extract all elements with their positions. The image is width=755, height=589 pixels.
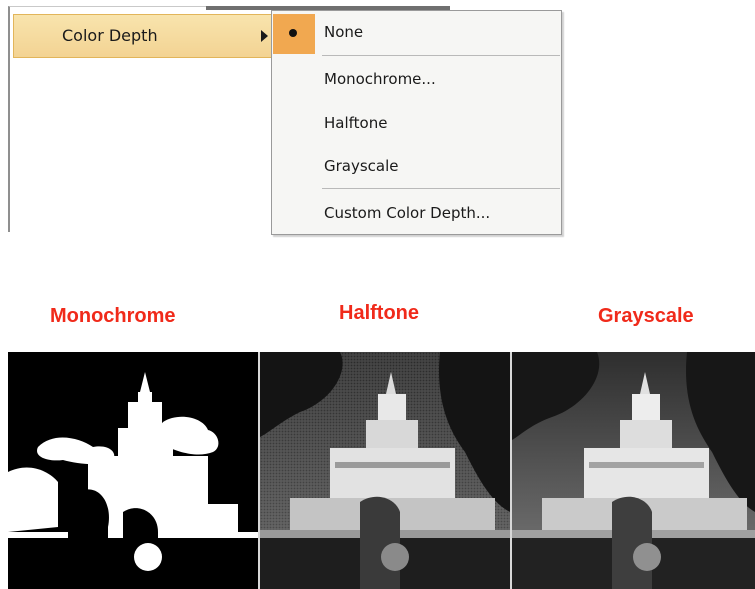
submenu-item-label: Halftone	[324, 114, 388, 132]
parent-menu: Color Depth	[8, 6, 450, 232]
caption-grayscale: Grayscale	[598, 305, 694, 327]
halftone-photo	[260, 352, 512, 589]
monochrome-photo	[8, 352, 260, 589]
submenu-item-grayscale[interactable]: Grayscale	[272, 145, 561, 187]
submenu-item-label: None	[324, 23, 364, 41]
submenu-item-none[interactable]: None	[272, 11, 561, 54]
submenu-item-label: Monochrome...	[324, 70, 436, 88]
caption-halftone: Halftone	[339, 302, 419, 324]
menu-separator	[322, 55, 560, 56]
submenu-item-label: Custom Color Depth...	[324, 204, 491, 222]
menu-item-color-depth[interactable]: Color Depth	[13, 14, 277, 58]
grayscale-photo	[512, 352, 755, 589]
submenu-item-monochrome[interactable]: Monochrome...	[272, 58, 561, 100]
menu-item-label: Color Depth	[62, 26, 158, 45]
caption-monochrome: Monochrome	[50, 305, 176, 327]
submenu-item-label: Grayscale	[324, 157, 399, 175]
radio-bullet-icon	[289, 29, 297, 37]
menu-separator	[322, 188, 560, 189]
submenu-item-custom-color-depth[interactable]: Custom Color Depth...	[272, 192, 561, 234]
color-depth-submenu: None Monochrome... Halftone Grayscale Cu…	[271, 10, 562, 235]
submenu-item-halftone[interactable]: Halftone	[272, 102, 561, 144]
chevron-right-icon	[261, 30, 268, 42]
